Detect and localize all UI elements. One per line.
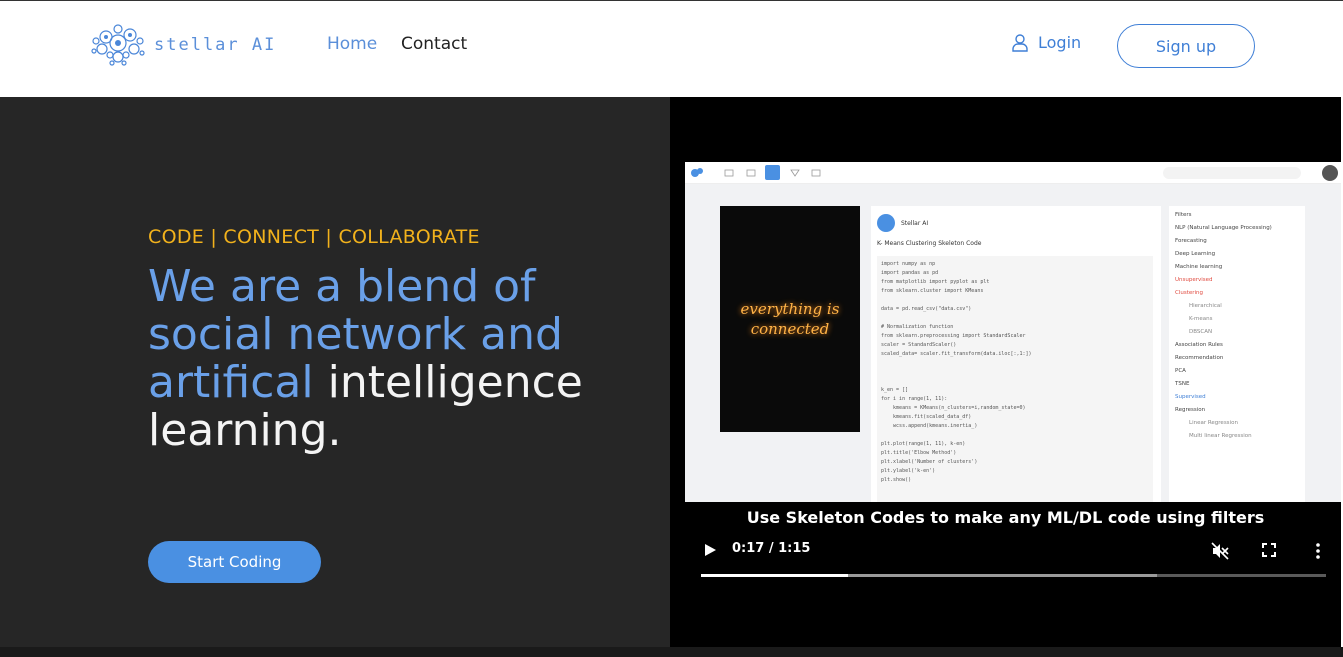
preview-app-body: everything is connected Stellar AI K- Me…	[685, 184, 1341, 502]
neon-text: everything is connected	[740, 300, 840, 338]
preview-card-header: Stellar AI	[877, 214, 928, 232]
video-controls: 0:17 / 1:15	[670, 537, 1341, 567]
preview-filter-item: Deep Learning	[1175, 251, 1216, 257]
video-caption: Use Skeleton Codes to make any ML/DL cod…	[746, 508, 1265, 527]
preview-filter-item: Supervised	[1175, 394, 1206, 400]
preview-filter-item: K-means	[1189, 316, 1213, 322]
fullscreen-icon[interactable]	[1262, 543, 1276, 557]
nav-home-link[interactable]: Home	[327, 34, 377, 54]
preview-filter-item: Multi linear Regression	[1189, 433, 1252, 439]
hero-section: CODE | CONNECT | COLLABORATE We are a bl…	[0, 97, 670, 647]
preview-filter-item: Clustering	[1175, 290, 1204, 296]
preview-filter-item: Unsupervised	[1175, 277, 1213, 283]
preview-toolbar-icons	[691, 165, 1338, 181]
preview-filter-item: Linear Regression	[1189, 420, 1238, 426]
more-options-icon[interactable]	[1310, 542, 1326, 560]
video-player[interactable]: everything is connected Stellar AI K- Me…	[670, 97, 1341, 647]
nav-contact-link[interactable]: Contact	[401, 34, 467, 54]
video-frame[interactable]: everything is connected Stellar AI K- Me…	[685, 162, 1341, 502]
video-progress-bar[interactable]	[701, 574, 1326, 577]
preview-filter-item: Forecasting	[1175, 238, 1207, 244]
preview-filter-item: Machine learning	[1175, 264, 1223, 270]
login-link[interactable]: Login	[1012, 33, 1081, 52]
preview-code-block: import numpy as np import pandas as pd f…	[877, 256, 1153, 502]
preview-filter-item: Recommendation	[1175, 355, 1224, 361]
video-time: 0:17 / 1:15	[732, 541, 811, 556]
muted-volume-icon[interactable]	[1211, 542, 1229, 560]
brand-name: stellar AI	[154, 35, 277, 55]
brand-logo[interactable]: stellar AI	[88, 23, 276, 67]
page-bottom-strip	[0, 647, 1343, 657]
neon-image: everything is connected	[720, 206, 860, 432]
page: stellar AI Home Contact Login Sign up CO…	[0, 0, 1343, 657]
top-navbar: stellar AI Home Contact Login Sign up	[0, 1, 1343, 97]
hero-tagline: CODE | CONNECT | COLLABORATE	[148, 226, 480, 248]
preview-filter-item: PCA	[1175, 368, 1186, 374]
login-label: Login	[1038, 33, 1082, 52]
preview-filter-item: DBSCAN	[1189, 329, 1213, 335]
preview-filter-item: NLP (Natural Language Processing)	[1175, 225, 1272, 231]
preview-filters-title: Filters	[1175, 212, 1192, 218]
play-icon[interactable]	[703, 543, 717, 557]
preview-filter-item: Association Rules	[1175, 342, 1223, 348]
start-coding-button[interactable]: Start Coding	[148, 541, 321, 583]
avatar	[877, 214, 895, 232]
signup-button[interactable]: Sign up	[1117, 24, 1255, 68]
preview-app-toolbar	[685, 162, 1341, 184]
bubble-cluster-logo-icon	[91, 24, 145, 66]
preview-code-card: Stellar AI K- Means Clustering Skeleton …	[871, 206, 1161, 502]
preview-card-author: Stellar AI	[901, 219, 929, 227]
preview-filter-item: Hierarchical	[1189, 303, 1222, 309]
preview-filters-panel: Filters NLP (Natural Language Processing…	[1169, 206, 1305, 502]
user-icon	[1012, 33, 1028, 52]
preview-card-title: K- Means Clustering Skeleton Code	[877, 240, 982, 247]
video-played-bar	[701, 574, 848, 577]
preview-filter-item: Regression	[1175, 407, 1206, 413]
hero-headline: We are a blend of social network and art…	[148, 263, 648, 455]
preview-filter-item: TSNE	[1175, 381, 1190, 387]
